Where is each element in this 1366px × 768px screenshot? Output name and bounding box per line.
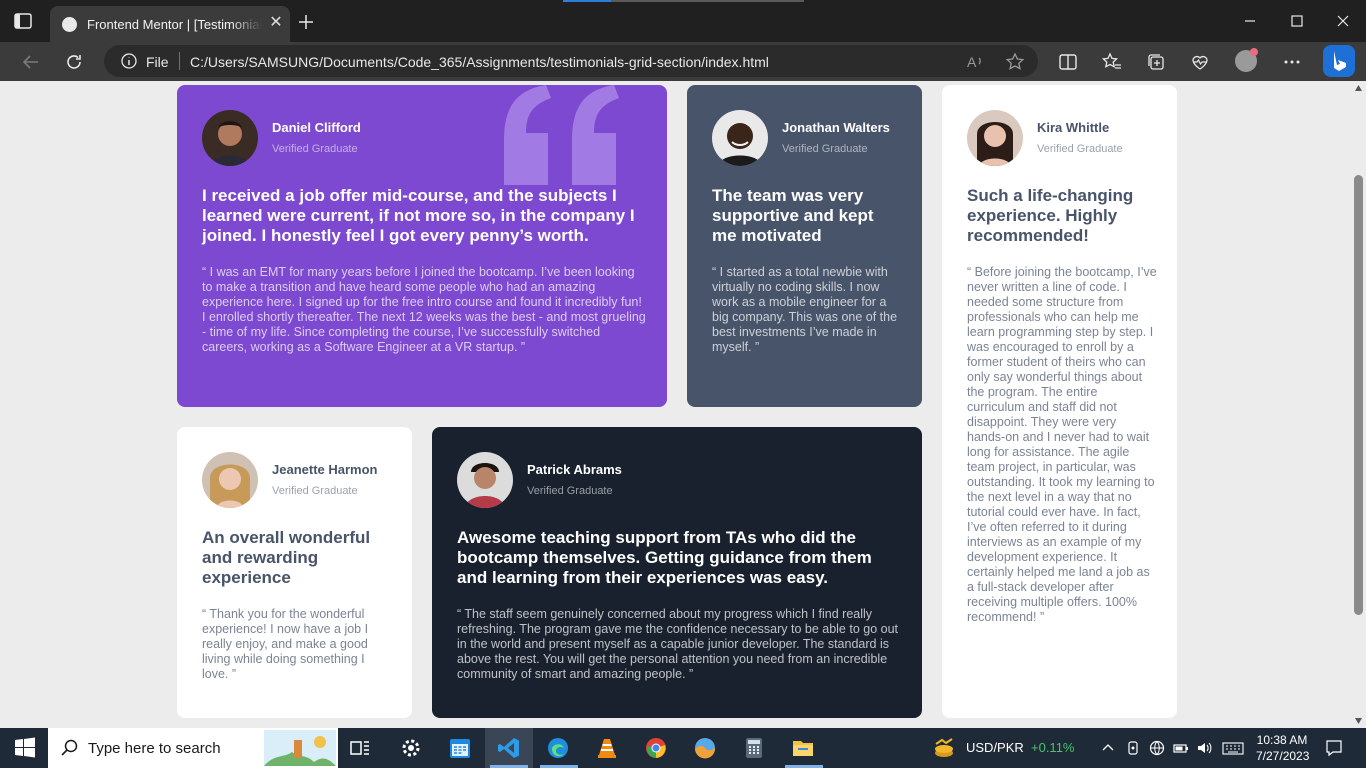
minimize-icon[interactable] (1242, 13, 1258, 29)
browser-toolbar: File C:/Users/SAMSUNG/Documents/Code_365… (0, 42, 1366, 81)
address-bar[interactable]: File C:/Users/SAMSUNG/Documents/Code_365… (104, 45, 1038, 77)
testimonial-card-jonathan: Jonathan Walters Verified Graduate The t… (687, 85, 922, 407)
windows-start-icon[interactable] (13, 736, 37, 760)
testimonial-quote: “ Thank you for the wonderful experience… (202, 607, 369, 681)
search-placeholder: Type here to search (88, 740, 221, 757)
testimonial-title: Such a life-changing experience. Highly … (967, 186, 1134, 245)
page-scrollbar[interactable] (1351, 81, 1366, 728)
stock-icon[interactable] (932, 736, 956, 760)
testimonial-title: The team was very supportive and kept me… (712, 186, 874, 245)
favicon-icon (62, 17, 77, 32)
window-sidebar-icon[interactable] (14, 13, 32, 29)
testimonial-quote: “ I was an EMT for many years before I j… (202, 265, 646, 354)
author-name: Kira Whittle (1037, 120, 1110, 135)
avatar (967, 110, 1023, 166)
stock-ticker[interactable]: USD/PKR (966, 740, 1024, 755)
volume-icon[interactable] (1196, 740, 1212, 756)
search-icon (61, 739, 78, 756)
browser-tab-active[interactable]: Frontend Mentor | [Testimonials grid sec… (50, 6, 290, 42)
chrome-icon[interactable] (644, 736, 668, 760)
favorite-star-icon[interactable] (1005, 52, 1025, 72)
address-divider (179, 52, 180, 70)
task-view-icon[interactable] (348, 736, 372, 760)
scroll-up-icon[interactable] (1354, 84, 1363, 92)
testimonial-title: Awesome teaching support from TAs who di… (457, 528, 872, 587)
url-text[interactable]: C:/Users/SAMSUNG/Documents/Code_365/Assi… (190, 54, 769, 70)
page-viewport: Daniel Clifford Verified Graduate I rece… (0, 81, 1351, 728)
network-icon[interactable] (1149, 740, 1165, 756)
scroll-down-icon[interactable] (1354, 717, 1363, 725)
notification-icon[interactable] (1325, 739, 1343, 757)
settings-icon[interactable] (399, 736, 423, 760)
avatar (457, 452, 513, 508)
photos-icon[interactable] (693, 736, 717, 760)
vlc-icon[interactable] (595, 736, 619, 760)
maximize-icon[interactable] (1289, 13, 1305, 29)
svg-text:A: A (967, 54, 977, 70)
location-icon[interactable] (1125, 740, 1141, 756)
scrollbar-thumb[interactable] (1354, 175, 1363, 615)
refresh-icon[interactable] (64, 52, 84, 72)
collections-icon[interactable] (1146, 52, 1166, 72)
windows-taskbar: Type here to search USD/PKR +0.11% 10:38… (0, 728, 1366, 768)
author-role: Verified Graduate (527, 485, 613, 497)
calculator-icon[interactable] (742, 736, 766, 760)
testimonial-title: An overall wonderful and rewarding exper… (202, 528, 371, 587)
edge-icon[interactable] (546, 736, 570, 760)
testimonial-card-kira: Kira Whittle Verified Graduate Such a li… (942, 85, 1177, 718)
system-clock[interactable]: 10:38 AM 7/27/2023 (1256, 732, 1310, 764)
performance-icon[interactable] (1190, 52, 1210, 72)
avatar (712, 110, 768, 166)
search-highlight-illustration (264, 730, 336, 766)
vscode-icon[interactable] (497, 736, 521, 760)
author-name: Patrick Abrams (527, 462, 622, 477)
quotation-mark-icon (504, 85, 619, 185)
page-load-progress-bar (563, 0, 804, 2)
taskbar-search-box[interactable]: Type here to search (48, 728, 338, 768)
stock-change[interactable]: +0.11% (1031, 740, 1075, 755)
author-name: Daniel Clifford (272, 120, 361, 135)
info-icon[interactable] (121, 53, 137, 69)
favorites-icon[interactable] (1102, 52, 1122, 72)
clock-time: 10:38 AM (1256, 733, 1308, 747)
author-role: Verified Graduate (1037, 143, 1123, 155)
back-icon[interactable] (21, 52, 41, 72)
author-role: Verified Graduate (782, 143, 868, 155)
chevron-up-icon[interactable] (1100, 740, 1116, 756)
more-icon[interactable] (1282, 52, 1302, 72)
page-load-progress-fill (563, 0, 612, 2)
avatar (202, 452, 258, 508)
author-name: Jonathan Walters (782, 120, 890, 135)
author-name: Jeanette Harmon (272, 462, 378, 477)
plus-icon[interactable] (298, 14, 314, 30)
testimonial-card-daniel: Daniel Clifford Verified Graduate I rece… (177, 85, 667, 407)
testimonial-card-jeanette: Jeanette Harmon Verified Graduate An ove… (177, 427, 412, 718)
keyboard-icon[interactable] (1222, 740, 1244, 756)
bing-icon[interactable] (1323, 45, 1355, 77)
calendar-icon[interactable] (448, 736, 472, 760)
testimonial-quote: “ I started as a total newbie with virtu… (712, 265, 898, 354)
read-aloud-icon[interactable]: A (966, 52, 986, 72)
url-scheme-label: File (146, 54, 169, 70)
battery-icon[interactable] (1173, 740, 1189, 756)
author-role: Verified Graduate (272, 143, 358, 155)
testimonial-card-patrick: Patrick Abrams Verified Graduate Awesome… (432, 427, 922, 718)
close-icon[interactable]: ✕ (268, 15, 284, 31)
testimonial-title: I received a job offer mid-course, and t… (202, 186, 635, 245)
split-screen-icon[interactable] (1058, 52, 1078, 72)
tab-title: Frontend Mentor | [Testimonials grid sec… (87, 17, 262, 32)
profile-status-dot (1250, 48, 1258, 56)
clock-date: 7/27/2023 (1256, 749, 1310, 763)
avatar (202, 110, 258, 166)
author-role: Verified Graduate (272, 485, 358, 497)
testimonial-quote: “ The staff seem genuinely concerned abo… (457, 607, 899, 681)
browser-title-bar: Frontend Mentor | [Testimonials grid sec… (0, 0, 1366, 42)
file-explorer-icon[interactable] (791, 736, 815, 760)
testimonial-quote: “ Before joining the bootcamp, I’ve neve… (967, 265, 1157, 624)
close-window-icon[interactable] (1335, 13, 1351, 29)
